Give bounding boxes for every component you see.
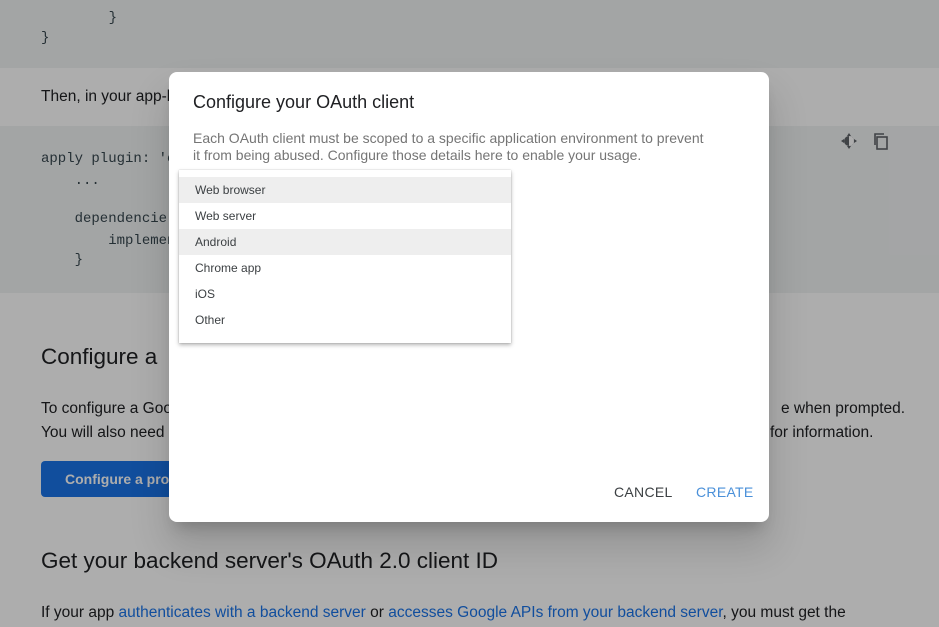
- oauth-config-dialog: Configure your OAuth client Each OAuth c…: [169, 72, 769, 522]
- dropdown-option-ios[interactable]: iOS: [179, 281, 511, 307]
- dropdown-option-chrome-app[interactable]: Chrome app: [179, 255, 511, 281]
- dialog-description: Each OAuth client must be scoped to a sp…: [193, 130, 704, 163]
- create-button[interactable]: CREATE: [696, 484, 754, 500]
- client-type-dropdown[interactable]: Web browser Web server Android Chrome ap…: [179, 170, 511, 343]
- cancel-button[interactable]: CANCEL: [614, 484, 673, 500]
- dropdown-option-android[interactable]: Android: [179, 229, 511, 255]
- dropdown-option-web-server[interactable]: Web server: [179, 203, 511, 229]
- dropdown-option-web-browser[interactable]: Web browser: [179, 177, 511, 203]
- dropdown-option-other[interactable]: Other: [179, 307, 511, 333]
- dialog-title: Configure your OAuth client: [193, 92, 415, 112]
